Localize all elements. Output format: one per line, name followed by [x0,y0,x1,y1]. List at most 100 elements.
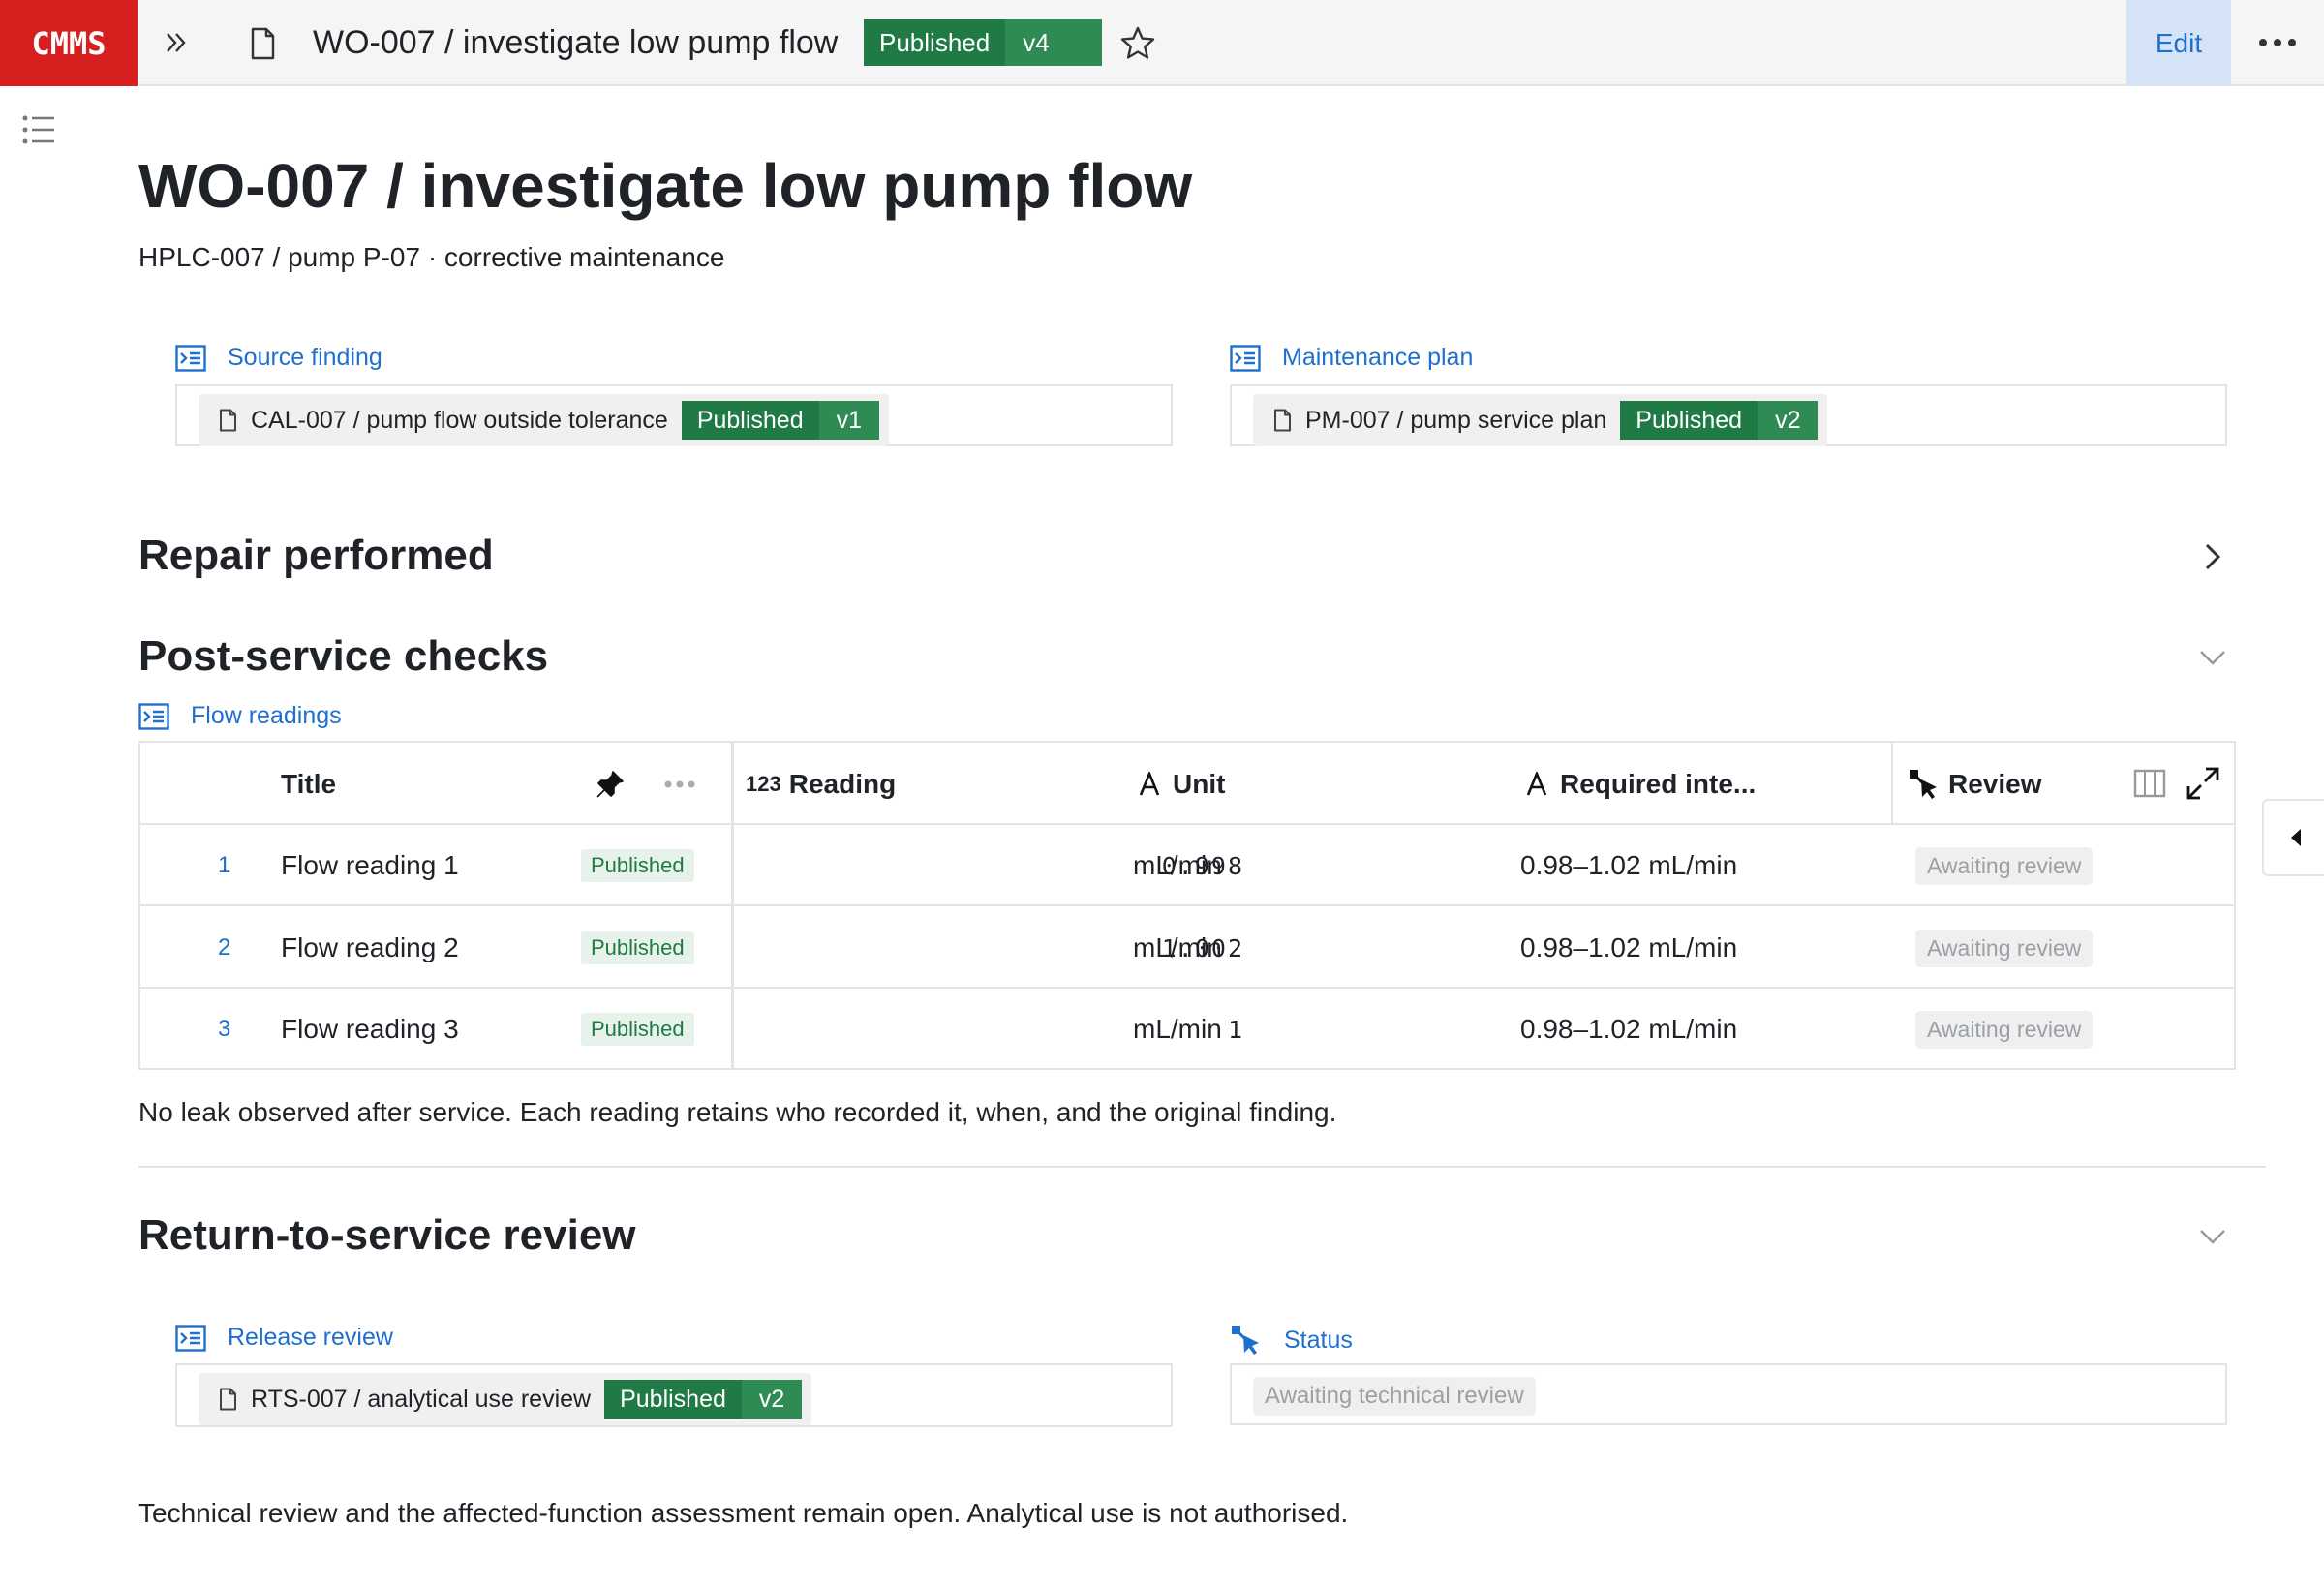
footer-note: Technical review and the affected-functi… [138,1498,1349,1528]
column-header-unit-text: Unit [1173,768,1226,799]
relation-icon [1230,344,1261,372]
required-value[interactable]: 0.98–1.02 mL/min [1520,907,1737,989]
source-finding-ref-text: CAL-007 / pump flow outside tolerance [251,406,668,434]
section-heading-repair[interactable]: Repair performed [138,529,494,583]
release-review-ref-text: RTS-007 / analytical use review [251,1385,592,1413]
row-title[interactable]: Flow reading 1 [281,825,459,906]
required-value[interactable]: 0.98–1.02 mL/min [1520,989,1737,1070]
column-header-review[interactable]: Review [1908,743,2042,825]
review-status[interactable]: Awaiting review [1915,846,2094,885]
section-heading-checks[interactable]: Post-service checks [138,629,548,684]
select-icon [1232,1326,1259,1355]
flow-readings-label-text: Flow readings [191,702,342,729]
maintenance-plan-ref[interactable]: PM-007 / pump service plan Published v2 [1253,394,1828,446]
row-number: 2 [218,934,231,961]
status-badge: Published [581,931,694,964]
column-header-review-text: Review [1948,768,2042,799]
release-review-label-text: Release review [228,1324,393,1351]
column-header-title[interactable]: Title [281,743,336,825]
more-icon[interactable] [663,779,696,789]
list-icon[interactable] [21,112,56,147]
document-title: WO-007 / investigate low pump flow [313,24,839,61]
maintenance-plan-label-text: Maintenance plan [1282,344,1474,371]
more-options-button[interactable] [2251,21,2304,64]
maintenance-plan-field: PM-007 / pump service plan Published v2 [1230,384,2227,446]
top-bar: CMMS WO-007 / investigate low pump flow … [0,0,2324,86]
unit-value[interactable]: mL/min [1133,907,1222,989]
status-badge: Published v1 [681,401,880,440]
relation-icon [175,1324,206,1352]
columns-icon[interactable] [2133,768,2166,799]
status-value[interactable]: Awaiting technical review [1253,1377,1536,1416]
column-divider [1891,743,1893,825]
relation-icon [175,344,206,372]
table-header: Title 123 Reading Unit Required inte... … [140,743,2234,825]
column-header-required-text: Required inte... [1560,768,1757,799]
version-label: v2 [1758,401,1819,440]
more-icon [2259,39,2296,46]
page-subtitle: HPLC-007 / pump P-07 · corrective mainte… [138,242,725,272]
status-label: Published [864,19,1006,66]
document-icon [220,1388,236,1411]
maintenance-plan-label[interactable]: Maintenance plan [1230,344,1473,372]
double-chevron-right-icon [167,33,186,52]
maintenance-plan-ref-text: PM-007 / pump service plan [1305,406,1607,434]
column-header-required[interactable]: Required inte... [1525,743,1756,825]
document-icon [1274,409,1291,432]
star-icon[interactable] [1118,24,1157,63]
table-row[interactable]: 3 Flow reading 3 Published 1 mL/min 0.98… [140,989,2234,1070]
status-field: Awaiting technical review [1230,1363,2227,1425]
flow-readings-note: No leak observed after service. Each rea… [138,1097,1337,1127]
app-logo[interactable]: CMMS [0,0,138,86]
status-label: Published [604,1380,742,1419]
release-review-label[interactable]: Release review [175,1324,393,1352]
chevron-down-icon[interactable] [2193,637,2232,676]
row-number: 3 [218,1016,231,1042]
select-icon [1910,769,1937,799]
document-icon [220,409,236,432]
status-field-label[interactable]: Status [1230,1324,1353,1357]
status-badge: Published v2 [604,1380,803,1419]
source-finding-label-text: Source finding [228,344,382,371]
expand-icon[interactable] [2186,766,2220,801]
edit-button[interactable]: Edit [2126,0,2231,86]
status-badge: Published [581,1013,694,1046]
section-heading-rts[interactable]: Return-to-service review [138,1208,636,1263]
caret-left-icon [2291,829,2301,846]
column-header-reading[interactable]: 123 Reading [746,743,896,825]
status-field-label-text: Status [1284,1326,1353,1354]
status-label: Published [681,401,819,440]
status-badge: Published v4 [864,19,1103,66]
side-panel-toggle[interactable] [2262,799,2324,876]
table-row[interactable]: 1 Flow reading 1 Published 0.998 mL/min … [140,825,2234,906]
text-icon [1526,771,1547,795]
flow-readings-label[interactable]: Flow readings [138,702,342,730]
text-icon [1139,771,1160,795]
expand-sidebar-button[interactable] [155,21,198,64]
row-title[interactable]: Flow reading 3 [281,989,459,1070]
chevron-down-icon[interactable] [2193,1216,2232,1255]
source-finding-ref[interactable]: CAL-007 / pump flow outside tolerance Pu… [199,394,890,446]
row-title[interactable]: Flow reading 2 [281,907,459,989]
status-badge: Published [581,849,694,882]
source-finding-label[interactable]: Source finding [175,344,382,372]
chevron-right-icon[interactable] [2193,537,2232,576]
status-badge: Published v2 [1620,401,1819,440]
number-icon: 123 [746,771,781,796]
release-review-field: RTS-007 / analytical use review Publishe… [175,1363,1173,1427]
row-number: 1 [218,852,231,878]
pin-icon[interactable] [596,770,625,799]
version-label: v1 [818,401,880,440]
document-icon [251,27,275,60]
flow-readings-table: Title 123 Reading Unit Required inte... … [138,741,2236,1070]
column-header-unit[interactable]: Unit [1138,743,1225,825]
review-status[interactable]: Awaiting review [1915,929,2094,967]
release-review-ref[interactable]: RTS-007 / analytical use review Publishe… [199,1373,812,1425]
unit-value[interactable]: mL/min [1133,825,1222,906]
required-value[interactable]: 0.98–1.02 mL/min [1520,825,1737,906]
unit-value[interactable]: mL/min [1133,989,1222,1070]
relation-icon [138,702,169,730]
source-finding-field: CAL-007 / pump flow outside tolerance Pu… [175,384,1173,446]
review-status[interactable]: Awaiting review [1915,1010,2094,1049]
table-row[interactable]: 2 Flow reading 2 Published 1.002 mL/min … [140,907,2234,989]
